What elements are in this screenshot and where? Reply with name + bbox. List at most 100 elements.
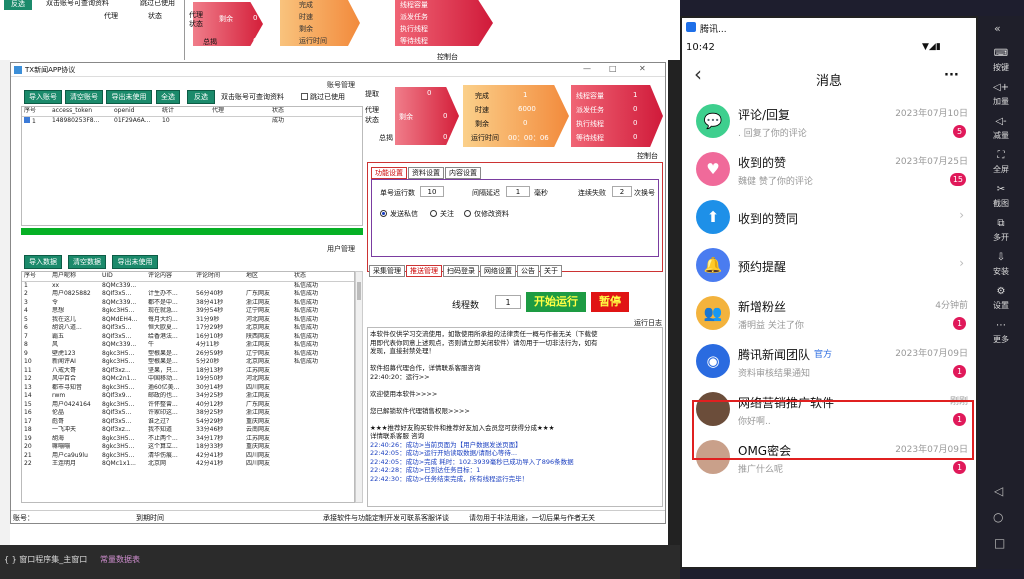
skip-used-checkbox[interactable] xyxy=(301,93,308,100)
more-icon[interactable]: ⋯ xyxy=(978,320,1024,331)
tab-push[interactable]: 推送管理 xyxy=(406,265,442,277)
table-row[interactable]: 12 风中百合 8QMc2n1... 中国移动... 19分50秒 河北网友 xyxy=(22,375,354,384)
scissors-icon[interactable]: ✂ xyxy=(978,184,1024,195)
start-button[interactable]: 开始运行 xyxy=(526,292,586,312)
log-line: 22:40:26：成功>当前页面为【用户数据发送页面】 xyxy=(370,440,522,449)
avatar: 💬 xyxy=(696,104,730,138)
table-row[interactable]: 18 一飞冲天 8QIf3xz... 我不知道 33分46秒 云南网友 xyxy=(22,426,354,435)
invert-select-button[interactable]: 反选 xyxy=(187,90,215,104)
message-preview: 资料审核结果通知 xyxy=(738,369,811,379)
message-title: 评论/回复 xyxy=(738,108,791,122)
acct-col-index: 序号 xyxy=(24,107,37,114)
acct-col-token: access_token xyxy=(52,107,92,114)
tab-about[interactable]: 关于 xyxy=(540,265,562,277)
taskbar: { } 窗口程序集_主窗口 常量数据表 xyxy=(0,545,680,579)
keyboard-icon[interactable]: ⌨ xyxy=(978,48,1024,59)
log-line: 22:42:30：成功>任务结束完成，所有线程运行完毕！ xyxy=(370,474,529,483)
radio-edit-profile[interactable] xyxy=(464,210,471,217)
settings-icon[interactable]: ⚙ xyxy=(978,286,1024,297)
close-button[interactable]: ✕ xyxy=(639,64,646,73)
taskbar-tab-const[interactable]: 常量数据表 xyxy=(100,554,140,565)
minimize-button[interactable]: — xyxy=(583,64,591,73)
table-row[interactable]: 21 用户ca9u9lu 8gkc3H5... 清华伤痕... 42分41秒 四川网友 xyxy=(22,452,354,461)
sidebar-label: 安装 xyxy=(993,267,1009,276)
back-nav-icon[interactable]: ◁ xyxy=(994,484,1003,498)
account-section-label: 账号管理 xyxy=(327,81,355,89)
console-label: 控制台 xyxy=(637,152,658,160)
account-progress-bar xyxy=(21,228,363,235)
app-icon xyxy=(14,66,22,74)
table-row[interactable]: 22 王连明月 8QMc1x1... 北京网 42分41秒 四川网友 xyxy=(22,460,354,469)
table-row[interactable]: 17 彪哥 8QIf3x5... 谁之过？ 54分29秒 重庆网友 xyxy=(22,418,354,427)
message-title: 新增粉丝 xyxy=(738,300,787,314)
table-row[interactable]: 10 新闻评AI 8gkc3H5... 塑根果是... 5分20秒 北京网友 私信成功 xyxy=(22,358,354,367)
maximize-button[interactable]: □ xyxy=(609,64,617,73)
tab-profile[interactable]: 资料设置 xyxy=(408,167,444,179)
back-icon[interactable]: ‹ xyxy=(694,62,702,86)
avatar: ⬆ xyxy=(696,200,730,234)
interval-input[interactable]: 1 xyxy=(506,186,530,197)
table-row[interactable]: 1 148980253F8... 01F29A6A... 10 成功 xyxy=(22,116,362,126)
run-count-input[interactable]: 10 xyxy=(420,186,444,197)
import-account-button[interactable]: 导入账号 xyxy=(24,90,62,104)
clear-account-button[interactable]: 清空账号 xyxy=(65,90,103,104)
row-checkbox[interactable] xyxy=(24,116,30,123)
table-row[interactable]: 4 思想 8gkc3H5... 现在就急... 39分54秒 辽宁网友 私信成功 xyxy=(22,307,354,316)
log-line: 22:42:28：成功>已到达任务目标：1 xyxy=(370,466,481,474)
bg-skip-used[interactable]: 跳过已使用 xyxy=(140,0,175,8)
table-row[interactable]: 8 风 8QMc339... 牛 4分11秒 浙江网友 私信成功 xyxy=(22,341,354,350)
message-date: 2023年07月10日 xyxy=(895,109,968,119)
radio-follow[interactable] xyxy=(430,210,437,217)
table-row[interactable]: 1 xx 8QMc339... 私信成功 xyxy=(22,281,354,290)
table-row[interactable]: 19 胡海 8gkc3H5... 不止两个... 34分17秒 江苏网友 xyxy=(22,435,354,444)
account-hint: 双击账号可查询资料 xyxy=(221,93,284,101)
pause-button[interactable]: 暂停 xyxy=(591,292,629,312)
table-row[interactable]: 7 霸五 8QIf3x5... 给香港法... 16分10秒 陕西网友 私信成功 xyxy=(22,333,354,342)
sidebar-label: 按键 xyxy=(993,63,1009,72)
user-col-time: 评论时间 xyxy=(196,272,221,279)
skip-used-label: 跳过已使用 xyxy=(310,93,345,101)
radio-send-dm[interactable] xyxy=(380,210,387,217)
tab-function[interactable]: 功能设置 xyxy=(371,167,407,179)
tab-network[interactable]: 网络设置 xyxy=(480,265,516,277)
table-row[interactable]: 20 嘛嘣嘣 8gkc3H5... 这个算立... 18分33秒 重庆网友 xyxy=(22,443,354,452)
multi-window-icon[interactable]: ⧉ xyxy=(978,218,1024,229)
select-all-button[interactable]: 全选 xyxy=(156,90,180,104)
recent-nav-icon[interactable]: □ xyxy=(994,536,1005,550)
tab-qr-login[interactable]: 扫码登录 xyxy=(443,265,479,277)
tab-notice[interactable]: 公告 xyxy=(517,265,539,277)
volume-down-icon[interactable]: ◁- xyxy=(978,116,1024,127)
more-icon[interactable]: ··· xyxy=(944,68,959,83)
bg-invert-button[interactable]: 反选 xyxy=(4,0,32,10)
export-unused-data-button[interactable]: 导出未使用 xyxy=(112,255,158,269)
table-row[interactable]: 16 伦晶 8QIf3x5... 许家印这... 38分25秒 浙江网友 xyxy=(22,409,354,418)
clear-data-button[interactable]: 清空数据 xyxy=(68,255,106,269)
table-row[interactable]: 9 壁虎123 8gkc3H5... 塑根果是... 26分59秒 辽宁网友 私信成功 xyxy=(22,350,354,359)
table-row[interactable]: 3 令 8QMc339... 都不是中... 38分41秒 浙江网友 私信成功 xyxy=(22,299,354,308)
export-unused-account-button[interactable]: 导出未使用 xyxy=(106,90,152,104)
thread-input[interactable]: 1 xyxy=(495,295,521,309)
tab-collect[interactable]: 采集管理 xyxy=(369,265,405,277)
import-data-button[interactable]: 导入数据 xyxy=(24,255,62,269)
volume-up-icon[interactable]: ◁+ xyxy=(978,82,1024,93)
message-title: 收到的赞同 xyxy=(738,212,799,226)
user-table-scrollbar[interactable] xyxy=(355,271,363,503)
table-row[interactable]: 11 八戒大哥 8QIf3xz... 坚果，只... 18分13秒 江苏网友 xyxy=(22,367,354,376)
install-icon[interactable]: ⇩ xyxy=(978,252,1024,263)
message-title: 预约提醒 xyxy=(738,260,787,274)
clock: 10:42 xyxy=(686,42,715,53)
taskbar-tab-main[interactable]: { } 窗口程序集_主窗口 xyxy=(4,554,87,565)
table-row[interactable]: 6 胡说八道... 8QIf3x5... 恒大欧夏... 17分29秒 北京网友 私信成功 xyxy=(22,324,354,333)
tab-content[interactable]: 内容设置 xyxy=(445,167,481,179)
home-nav-icon[interactable]: ○ xyxy=(993,510,1003,524)
table-row[interactable]: 14 rwm 8QIf3x9... 邮政的也... 34分25秒 浙江网友 xyxy=(22,392,354,401)
status-account: 账号： xyxy=(13,514,34,522)
fail-count-input[interactable]: 2 xyxy=(612,186,632,197)
table-row[interactable]: 2 用户0825882 8QIf3x5... 计生办不... 56分40秒 广东网友 私信成… xyxy=(22,290,354,299)
table-row[interactable]: 5 我在这儿 8QMdEH4... 每月大约... 31分9秒 河北网友 私信成功 xyxy=(22,316,354,325)
table-row[interactable]: 13 都市寻知音 8gkc3H5... 逾60亿美... 30分14秒 四川网友 xyxy=(22,384,354,393)
fullscreen-icon[interactable]: ⛶ xyxy=(978,150,1024,161)
table-row[interactable]: 15 用户0424164 8gkc3H5... 许怀整曾... 40分12秒 广东网友 xyxy=(22,401,354,410)
acct-col-status: 状态 xyxy=(272,107,285,114)
collapse-icon[interactable]: « xyxy=(994,22,1001,35)
